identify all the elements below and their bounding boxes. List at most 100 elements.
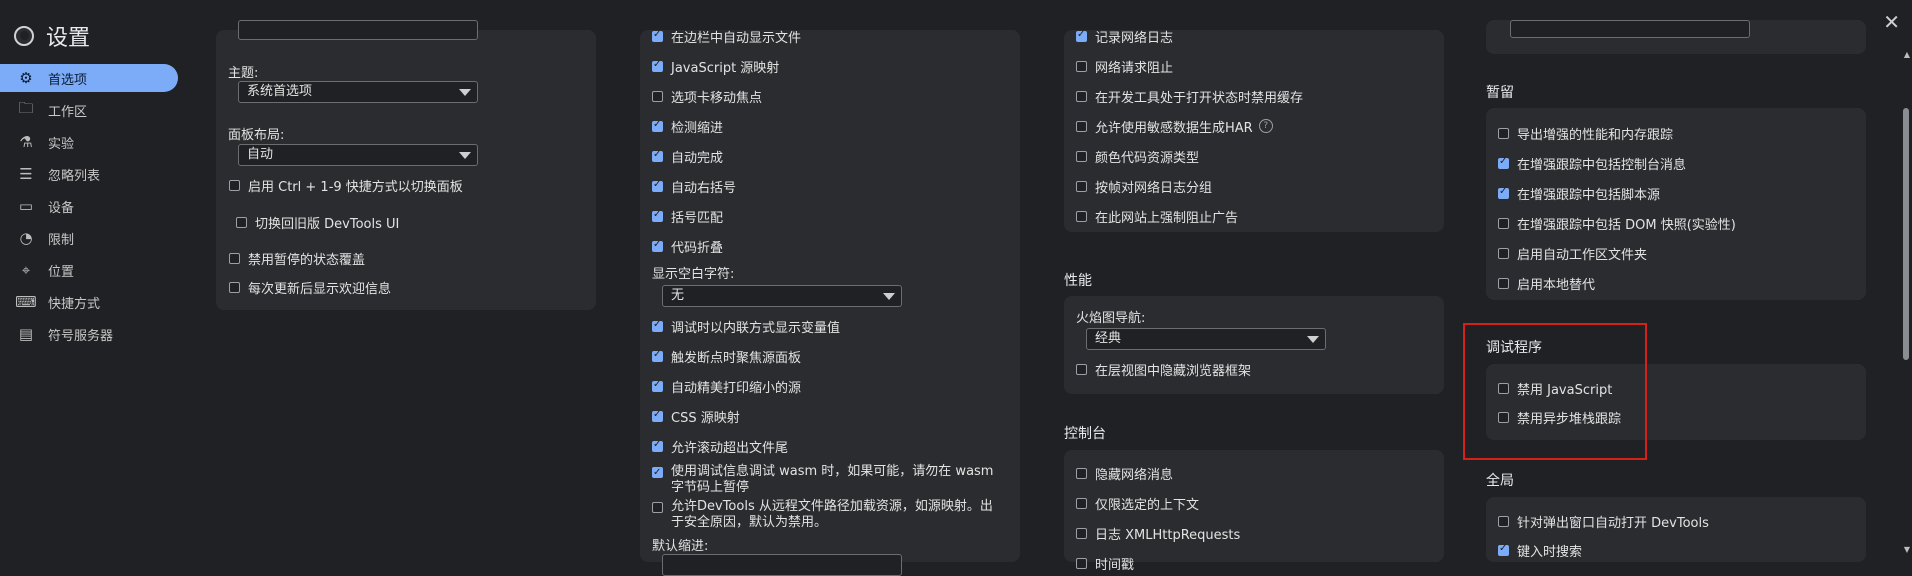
checkbox-unchecked[interactable] xyxy=(1076,527,1087,539)
sources-checkbox-row[interactable]: JavaScript 源映射 xyxy=(652,57,779,76)
close-icon[interactable]: ✕ xyxy=(1883,10,1900,34)
theme-select[interactable]: 系统首选项 xyxy=(238,81,478,103)
default-indent-select[interactable] xyxy=(662,554,902,576)
sidebar-item-2[interactable]: ⚗ 实验 xyxy=(0,128,178,156)
sources-checkbox-row[interactable]: 括号匹配 xyxy=(652,207,723,226)
global-checkbox-row[interactable]: 键入时搜索 xyxy=(1498,541,1582,560)
checkbox-unchecked[interactable] xyxy=(229,179,240,191)
console-checkbox-row[interactable]: 仅限选定的上下文 xyxy=(1076,494,1199,513)
sidebar-item-6[interactable]: ⌖ 位置 xyxy=(0,256,178,284)
sources-checkbox-row[interactable]: 检测缩进 xyxy=(652,117,723,136)
console-checkbox-row[interactable]: 时间戳 xyxy=(1076,554,1134,573)
sidebar-item-4[interactable]: ▭ 设备 xyxy=(0,192,178,220)
checkbox-unchecked[interactable] xyxy=(1498,127,1509,139)
checkbox-checked[interactable] xyxy=(652,319,663,332)
checkbox-unchecked[interactable] xyxy=(1498,247,1509,259)
checkbox-checked[interactable] xyxy=(652,29,663,42)
network-checkbox-row[interactable]: 网络请求阻止 xyxy=(1076,57,1173,76)
sidebar-item-8[interactable]: ▤ 符号服务器 xyxy=(0,320,178,348)
sidebar-item-5[interactable]: ◔ 限制 xyxy=(0,224,178,252)
sidebar-item-3[interactable]: ☰ 忽略列表 xyxy=(0,160,178,188)
checkbox-unchecked[interactable] xyxy=(229,252,240,264)
persist-checkbox-row[interactable]: 在增强跟踪中包括控制台消息 xyxy=(1498,154,1686,173)
checkbox-unchecked[interactable] xyxy=(229,281,240,293)
checkbox-unchecked[interactable] xyxy=(236,216,247,228)
checkbox-unchecked[interactable] xyxy=(652,90,663,102)
scroll-down-icon[interactable]: ▼ xyxy=(1904,545,1910,554)
appearance-checkbox-row[interactable]: 禁用暂停的状态覆盖 xyxy=(229,249,365,268)
global-checkbox-row[interactable]: 针对弹出窗口自动打开 DevTools xyxy=(1498,512,1709,531)
sources-checkbox-row[interactable]: 允许DevTools 从远程文件路径加载资源，如源映射。出于安全原因，默认为禁用… xyxy=(652,499,997,531)
checkbox-checked[interactable] xyxy=(652,239,663,252)
checkbox-checked[interactable] xyxy=(1498,543,1509,556)
appearance-checkbox-row[interactable]: 每次更新后显示欢迎信息 xyxy=(229,278,391,297)
checkbox-checked[interactable] xyxy=(652,119,663,132)
checkbox-checked[interactable] xyxy=(1498,186,1509,199)
whitespace-select[interactable]: 无 xyxy=(662,285,902,307)
sources-checkbox-row[interactable]: 允许滚动超出文件尾 xyxy=(652,437,788,456)
checkbox-checked[interactable] xyxy=(652,409,663,422)
top-partial-select[interactable] xyxy=(238,20,478,40)
checkbox-checked[interactable] xyxy=(652,149,663,162)
checkbox-unchecked[interactable] xyxy=(1498,217,1509,229)
help-icon[interactable]: ? xyxy=(1258,119,1273,133)
sources-checkbox-row[interactable]: 使用调试信息调试 wasm 时，如果可能，请勿在 wasm 字节码上暂停 xyxy=(652,464,997,496)
sources-checkbox-row[interactable]: CSS 源映射 xyxy=(652,407,740,426)
checkbox-checked[interactable] xyxy=(652,179,663,192)
checkbox-checked[interactable] xyxy=(652,439,663,452)
persist-checkbox-row[interactable]: 导出增强的性能和内存跟踪 xyxy=(1498,124,1673,143)
network-checkbox-row[interactable]: 颜色代码资源类型 xyxy=(1076,147,1199,166)
checkbox-unchecked[interactable] xyxy=(1498,277,1509,289)
checkbox-unchecked[interactable] xyxy=(1076,467,1087,479)
checkbox-checked[interactable] xyxy=(652,59,663,72)
sources-checkbox-row[interactable]: 选项卡移动焦点 xyxy=(652,87,762,106)
persist-checkbox-row[interactable]: 启用自动工作区文件夹 xyxy=(1498,244,1647,263)
network-checkbox-row[interactable]: 在此网站上强制阻止广告 xyxy=(1076,207,1238,226)
scrollbar-thumb[interactable] xyxy=(1903,108,1909,360)
checkbox-checked[interactable] xyxy=(1498,156,1509,169)
sources-checkbox-row[interactable]: 自动精美打印缩小的源 xyxy=(652,377,801,396)
panel-layout-select[interactable]: 自动 xyxy=(238,144,478,166)
persist-checkbox-row[interactable]: 启用本地替代 xyxy=(1498,274,1595,293)
checkbox-unchecked[interactable] xyxy=(1076,180,1087,192)
checkbox-unchecked[interactable] xyxy=(652,502,663,513)
sidebar-item-0[interactable]: ⚙ 首选项 xyxy=(0,64,178,92)
sources-checkbox-row[interactable]: 在边栏中自动显示文件 xyxy=(652,27,801,46)
checkbox-unchecked[interactable] xyxy=(1076,60,1087,72)
checkbox-checked[interactable] xyxy=(652,465,663,481)
performance-checkbox-row[interactable]: 在层视图中隐藏浏览器框架 xyxy=(1076,360,1251,379)
sidebar-item-7[interactable]: ⌨ 快捷方式 xyxy=(0,288,178,316)
persist-checkbox-row[interactable]: 在增强跟踪中包括脚本源 xyxy=(1498,184,1660,203)
network-checkbox-row[interactable]: 按帧对网络日志分组 xyxy=(1076,177,1212,196)
flame-nav-select[interactable]: 经典 xyxy=(1086,328,1326,350)
checkbox-checked[interactable] xyxy=(652,209,663,222)
sources-checkbox-row[interactable]: 代码折叠 xyxy=(652,237,723,256)
checkbox-unchecked[interactable] xyxy=(1076,120,1087,132)
console-checkbox-row[interactable]: 日志 XMLHttpRequests xyxy=(1076,524,1240,543)
network-checkbox-row[interactable]: 记录网络日志 xyxy=(1076,27,1173,46)
scroll-up-icon[interactable]: ▲ xyxy=(1904,50,1910,59)
checkbox-unchecked[interactable] xyxy=(1076,557,1087,569)
sidebar-item-1[interactable]: 🗀 工作区 xyxy=(0,96,178,124)
sources-checkbox-row[interactable]: 调试时以内联方式显示变量值 xyxy=(652,317,840,336)
checkbox-checked[interactable] xyxy=(652,349,663,362)
top-partial-input[interactable] xyxy=(1510,20,1750,38)
checkbox-unchecked[interactable] xyxy=(1076,210,1087,222)
network-checkbox-row[interactable]: 允许使用敏感数据生成HAR? xyxy=(1076,117,1273,136)
checkbox-unchecked[interactable] xyxy=(1076,150,1087,162)
checkbox-checked[interactable] xyxy=(652,379,663,392)
appearance-checkbox-row[interactable]: 启用 Ctrl + 1-9 快捷方式以切换面板 xyxy=(229,176,463,195)
sources-checkbox-row[interactable]: 触发断点时聚焦源面板 xyxy=(652,347,801,366)
checkbox-unchecked[interactable] xyxy=(1076,363,1087,375)
appearance-checkbox-row[interactable]: 切换回旧版 DevTools UI xyxy=(236,213,399,232)
appearance-card xyxy=(216,30,596,310)
network-checkbox-row[interactable]: 在开发工具处于打开状态时禁用缓存 xyxy=(1076,87,1303,106)
checkbox-unchecked[interactable] xyxy=(1076,90,1087,102)
checkbox-unchecked[interactable] xyxy=(1076,497,1087,509)
persist-checkbox-row[interactable]: 在增强跟踪中包括 DOM 快照(实验性) xyxy=(1498,214,1736,233)
sources-checkbox-row[interactable]: 自动右括号 xyxy=(652,177,736,196)
sources-checkbox-row[interactable]: 自动完成 xyxy=(652,147,723,166)
console-checkbox-row[interactable]: 隐藏网络消息 xyxy=(1076,464,1173,483)
checkbox-unchecked[interactable] xyxy=(1498,515,1509,527)
checkbox-checked[interactable] xyxy=(1076,29,1087,42)
